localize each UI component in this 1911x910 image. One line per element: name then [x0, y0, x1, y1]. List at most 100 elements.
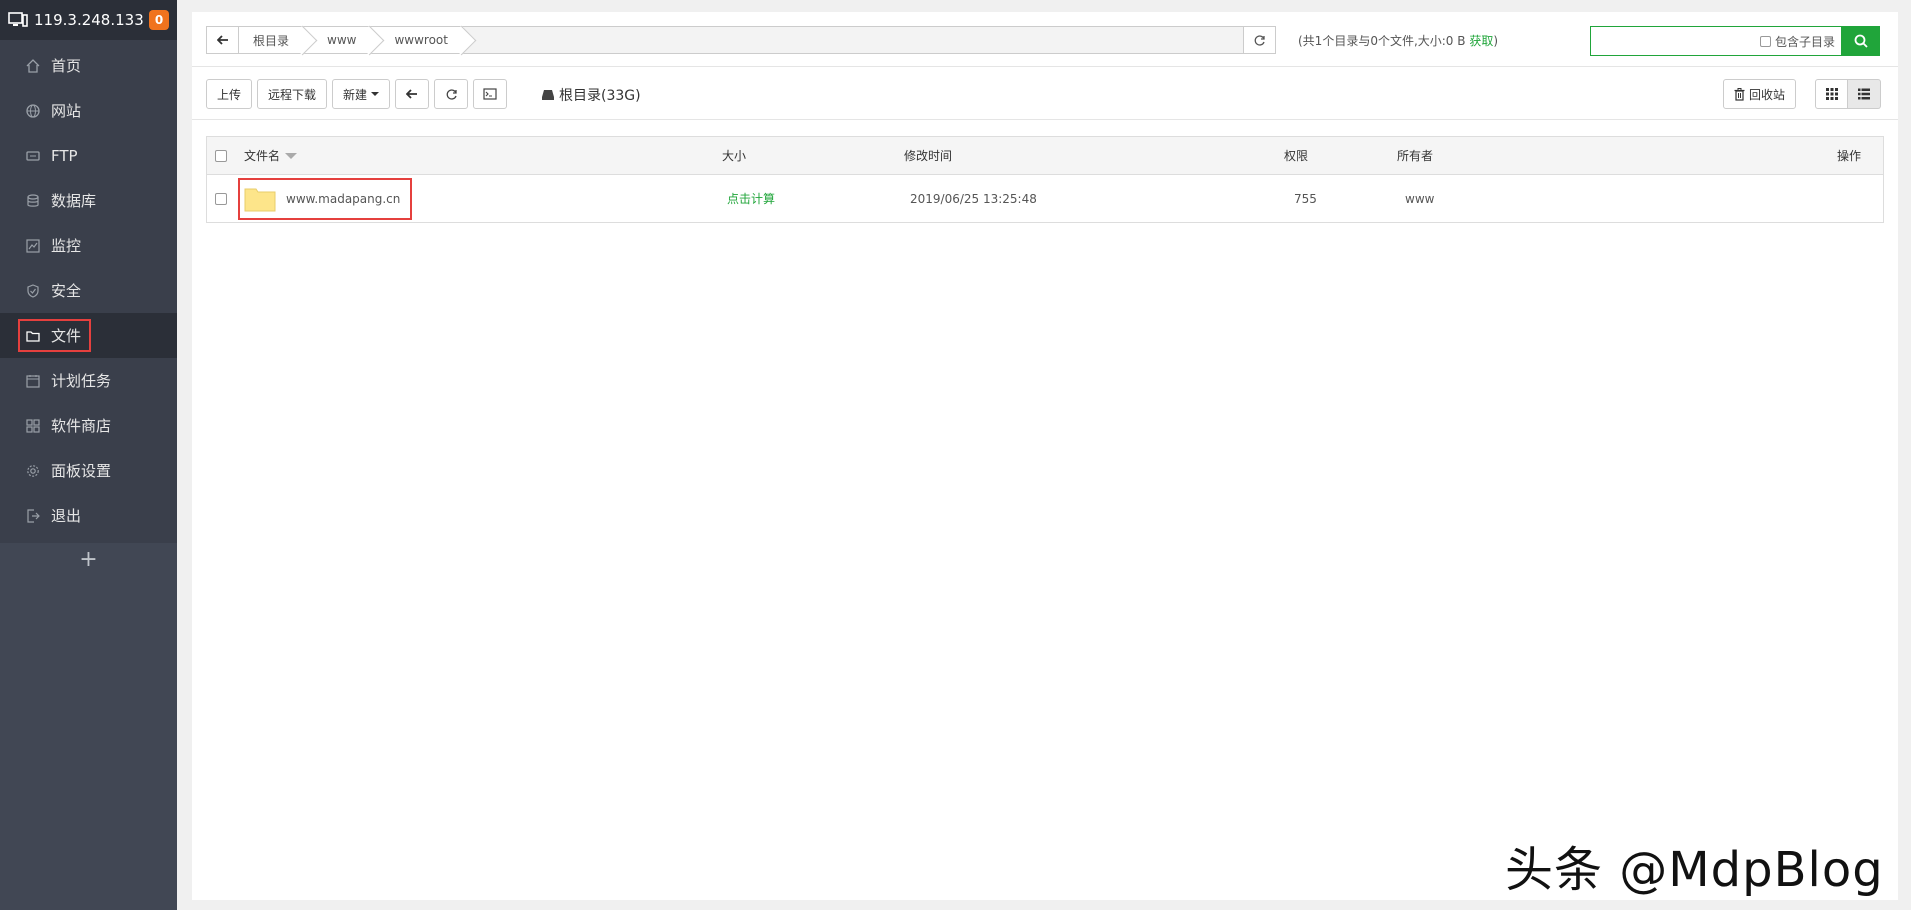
column-name-label: 文件名: [244, 149, 281, 163]
sidebar-item-label: 软件商店: [51, 417, 112, 435]
new-button-label: 新建: [343, 87, 368, 102]
back-button[interactable]: [395, 79, 430, 109]
table-header: 文件名 大小 修改时间 权限 所有者 操作: [207, 137, 1883, 175]
sidebar-item-label: 计划任务: [51, 372, 112, 390]
sidebar-item-label: 文件: [51, 327, 82, 345]
sidebar-bottom: [0, 543, 177, 910]
column-ops-header: 操作: [1837, 149, 1862, 163]
sidebar-item-cron[interactable]: 计划任务: [0, 358, 177, 403]
sidebar-item-store[interactable]: 软件商店: [0, 403, 177, 448]
shield-icon: [24, 282, 42, 300]
file-manager-panel: 根目录 www wwwroot (共1个目录与0个文件,大小:0 B 获取) 包…: [192, 12, 1898, 900]
sidebar-item-home[interactable]: 首页: [0, 43, 177, 88]
include-subdir-option[interactable]: 包含子目录: [1759, 33, 1841, 50]
path-input-area[interactable]: [464, 27, 1243, 53]
server-ip: 119.3.248.133: [34, 11, 144, 29]
trash-icon: [1734, 87, 1745, 101]
notification-badge[interactable]: 0: [149, 10, 169, 30]
sidebar-item-database[interactable]: 数据库: [0, 178, 177, 223]
breadcrumb-label: 根目录: [253, 33, 290, 48]
sort-icon: [285, 152, 298, 159]
directory-info: (共1个目录与0个文件,大小:0 B 获取): [1298, 32, 1498, 49]
directory-summary-close: ): [1493, 34, 1499, 48]
column-mtime-header: 修改时间: [904, 149, 953, 163]
arrow-left-icon: [216, 35, 228, 45]
file-owner: www: [1405, 191, 1435, 206]
remote-download-button[interactable]: 远程下载: [257, 79, 328, 109]
sidebar-item-label: 数据库: [51, 192, 97, 210]
search-input[interactable]: [1591, 27, 1760, 55]
sidebar-item-label: 首页: [51, 57, 82, 75]
add-server-button[interactable]: +: [0, 538, 177, 580]
column-size-header: 大小: [722, 149, 747, 163]
globe-icon: [24, 102, 42, 120]
sidebar-item-label: 网站: [51, 102, 82, 120]
path-back-button[interactable]: [207, 27, 239, 53]
terminal-icon: [483, 88, 497, 100]
include-subdir-label: 包含子目录: [1774, 34, 1835, 49]
breadcrumb-wwwroot[interactable]: wwwroot: [372, 27, 464, 53]
view-toggle: [1815, 79, 1881, 109]
upload-button[interactable]: 上传: [206, 79, 253, 109]
watermark: 头条 @MdpBlog: [1505, 842, 1884, 898]
search-button[interactable]: [1842, 26, 1880, 56]
divider: [192, 119, 1898, 120]
database-icon: [24, 192, 42, 210]
breadcrumb-root[interactable]: 根目录: [239, 27, 306, 53]
sidebar-item-monitor[interactable]: 监控: [0, 223, 177, 268]
row-checkbox[interactable]: [215, 192, 227, 205]
path-refresh-button[interactable]: [1243, 27, 1275, 53]
sidebar-item-label: 安全: [51, 282, 82, 300]
file-mtime: 2019/06/25 13:25:48: [910, 191, 1037, 206]
get-size-link[interactable]: 获取: [1469, 34, 1493, 48]
new-dropdown-button[interactable]: 新建: [332, 79, 391, 109]
sidebar-item-logout[interactable]: 退出: [0, 493, 177, 538]
file-name-highlight[interactable]: www.madapang.cn: [238, 177, 413, 220]
breadcrumb-label: wwwroot: [394, 33, 448, 47]
sidebar-item-website[interactable]: 网站: [0, 88, 177, 133]
toolbar: 上传 远程下载 新建: [206, 79, 508, 109]
path-bar: 根目录 www wwwroot: [206, 26, 1276, 54]
server-monitor-icon: [8, 12, 28, 27]
folder-icon: [244, 188, 276, 211]
recycle-bin-label: 回收站: [1749, 87, 1786, 102]
select-all-checkbox[interactable]: [215, 149, 227, 162]
files-highlight-box: 文件: [18, 319, 92, 352]
gear-icon: [24, 462, 42, 480]
sidebar: 119.3.248.133 0 首页 网站 FTP 数据库 监控 安全 文件 计…: [0, 0, 177, 910]
include-subdir-checkbox[interactable]: [1759, 35, 1771, 47]
home-icon: [24, 57, 42, 75]
folder-icon: [24, 327, 42, 345]
recycle-bin-button[interactable]: 回收站: [1723, 79, 1797, 109]
disk-icon: [542, 90, 554, 100]
calculate-size-link[interactable]: 点击计算: [727, 175, 775, 222]
sidebar-item-files[interactable]: 文件: [0, 313, 177, 358]
sidebar-item-ftp[interactable]: FTP: [0, 133, 177, 178]
file-permission[interactable]: 755: [1294, 175, 1317, 222]
terminal-button[interactable]: [473, 79, 508, 109]
calendar-icon: [24, 372, 42, 390]
file-name: www.madapang.cn: [286, 191, 401, 206]
disk-selector[interactable]: 根目录(33G): [541, 85, 641, 105]
file-table: 文件名 大小 修改时间 权限 所有者 操作 www.madapang.cn 点击…: [206, 136, 1884, 223]
sidebar-item-label: FTP: [51, 146, 78, 165]
table-row[interactable]: www.madapang.cn 点击计算 2019/06/25 13:25:48…: [207, 175, 1883, 222]
directory-summary: (共1个目录与0个文件,大小:0 B: [1298, 34, 1466, 48]
list-view-button[interactable]: [1848, 79, 1881, 109]
search-box: 包含子目录: [1590, 26, 1842, 56]
column-perm-header: 权限: [1284, 149, 1309, 163]
monitor-icon: [24, 237, 42, 255]
server-bar[interactable]: 119.3.248.133 0: [0, 0, 177, 40]
sidebar-menu: 首页 网站 FTP 数据库 监控 安全 文件 计划任务 软件商店 面板设置 退出: [0, 43, 177, 538]
arrow-left-icon: [406, 89, 418, 99]
refresh-icon: [1254, 34, 1265, 46]
sidebar-item-label: 退出: [51, 507, 82, 525]
sidebar-item-label: 监控: [51, 237, 82, 255]
column-name-header[interactable]: 文件名: [244, 137, 298, 174]
sidebar-item-label: 面板设置: [51, 462, 112, 480]
sidebar-item-settings[interactable]: 面板设置: [0, 448, 177, 493]
sidebar-item-security[interactable]: 安全: [0, 268, 177, 313]
refresh-icon: [446, 88, 457, 100]
refresh-button[interactable]: [434, 79, 469, 109]
grid-view-button[interactable]: [1815, 79, 1848, 109]
